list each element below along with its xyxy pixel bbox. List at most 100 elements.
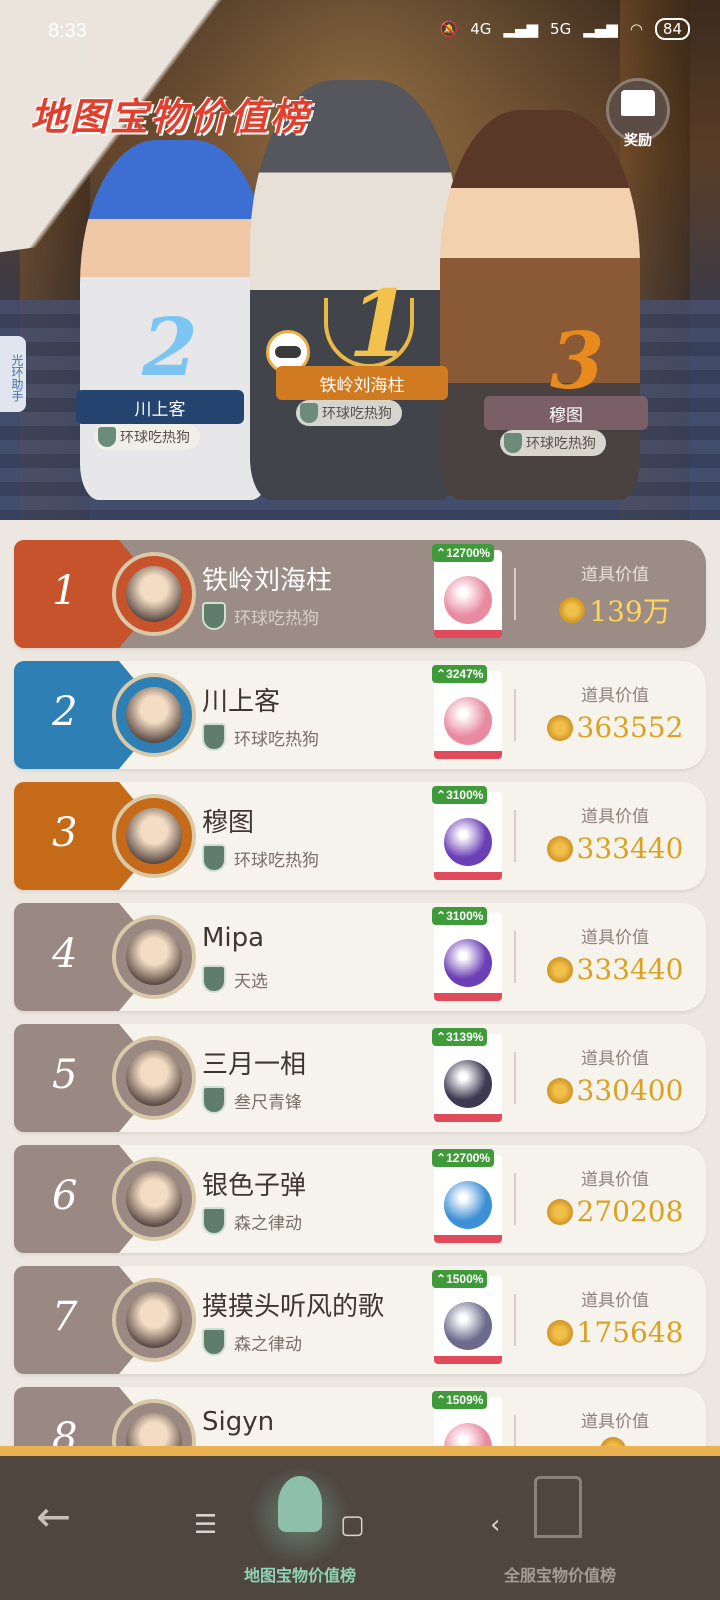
reward-button[interactable]: 奖励 [606,78,670,152]
guild-name: 森之律动 [234,1213,302,1234]
player-avatar[interactable] [112,552,196,636]
item-value-number: 333440 [576,953,684,986]
wifi-icon: ◠ [629,20,643,38]
player-name[interactable]: 川上客 [202,681,280,718]
item-percent: 3100% [446,788,484,802]
back-key-icon[interactable]: ‹ [490,1510,500,1540]
item-value-label: 道具价值 [581,807,649,827]
player-avatar[interactable] [112,915,196,999]
guild-shield-icon [202,844,226,872]
treasure-item-card[interactable]: ⌃1500% [432,1270,502,1364]
status-icons: 🔕 4G ▂▄▆ 5G ▂▄▆ ◠ 84 [440,18,690,40]
avatar-face [126,687,182,743]
treasure-item-card[interactable]: ⌃3100% [432,907,502,1001]
guild-shield-icon [202,602,226,630]
player-guild: 环球吃热狗 [202,844,319,872]
reward-label: 奖励 [624,133,652,149]
item-value-label: 道具价值 [581,1170,649,1190]
guild-name: 天选 [234,971,268,992]
item-value-number: 330400 [576,1074,684,1107]
leaderboard-row[interactable]: 3 穆图 环球吃热狗 ⌃3100% 道具价值 333440 [14,782,706,890]
avatar-face [126,1171,182,1227]
item-percent: 3100% [446,909,484,923]
player-name[interactable]: Mipa [202,923,264,953]
leaderboard-row[interactable]: 5 三月一相 叁尺青锋 ⌃3139% 道具价值 330400 [14,1024,706,1132]
leaderboard-row[interactable]: 6 银色子弹 森之律动 ⌃12700% 道具价值 270208 [14,1145,706,1253]
leaderboard-list[interactable]: 1 铁岭刘海柱 环球吃热狗 ⌃12700% 道具价值 139万 2 川上客 环球… [0,520,720,1446]
mute-bell-icon: 🔕 [439,20,459,38]
item-value: 175648 [530,1316,700,1349]
rank-number: 4 [52,931,78,977]
item-percent-badge: ⌃12700% [432,1149,495,1167]
podium-rank-2-number: 2 [142,300,198,394]
guild-shield-icon [202,1328,226,1356]
item-percent-badge: ⌃12700% [432,544,495,562]
podium-rank-1-name[interactable]: 铁岭刘海柱 [276,366,448,400]
item-percent: 12700% [446,1151,491,1165]
treasure-item-card[interactable]: ⌃3139% [432,1028,502,1122]
coin-icon [546,1077,573,1104]
item-value-label: 道具价值 [581,1412,649,1432]
player-guild: 天选 [202,965,268,993]
item-percent-badge: ⌃3247% [432,665,488,683]
item-value-label: 道具价值 [581,928,649,948]
rank-number: 5 [52,1052,78,1098]
network-5g-label: 5G [550,20,572,38]
coin-icon [546,956,573,983]
home-key-icon[interactable]: ▢ [340,1510,365,1540]
item-value-label: 道具价值 [581,1291,649,1311]
item-value-number: 175648 [576,1316,684,1349]
treasure-item-card[interactable]: ⌃1509% [432,1391,502,1446]
leaderboard-row[interactable]: 8 Sigyn ⌃1509% 道具价值 [14,1387,706,1446]
leaderboard-row[interactable]: 7 摸摸头听风的歌 森之律动 ⌃1500% 道具价值 175648 [14,1266,706,1374]
treasure-item-card[interactable]: ⌃3100% [432,786,502,880]
leaderboard-row[interactable]: 2 川上客 环球吃热狗 ⌃3247% 道具价值 363552 [14,661,706,769]
guild-shield-icon [504,433,522,453]
guild-name: 森之律动 [234,1334,302,1355]
player-avatar[interactable] [112,673,196,757]
player-avatar[interactable] [112,1278,196,1362]
player-guild: 叁尺青锋 [202,1086,302,1114]
network-4g-label: 4G [470,20,492,38]
podium-rank-2-name[interactable]: 川上客 [76,390,244,424]
treasure-item-icon [444,1060,492,1108]
treasure-item-icon [444,818,492,866]
player-name[interactable]: Sigyn [202,1407,274,1437]
player-name[interactable]: 摸摸头听风的歌 [202,1286,384,1323]
avatar-face [126,1413,182,1446]
player-avatar[interactable] [112,1036,196,1120]
divider [514,689,516,741]
player-name[interactable]: 铁岭刘海柱 [202,560,332,597]
guild-name: 叁尺青锋 [234,1092,302,1113]
podium-rank-3-name[interactable]: 穆图 [484,396,648,430]
item-percent-badge: ⌃3100% [432,786,488,804]
item-value: 330400 [530,1074,700,1107]
player-guild: 森之律动 [202,1207,302,1235]
player-name[interactable]: 三月一相 [202,1044,306,1081]
rank-number: 1 [52,568,78,614]
leaderboard-row[interactable]: 1 铁岭刘海柱 环球吃热狗 ⌃12700% 道具价值 139万 [14,540,706,648]
leaderboard-row[interactable]: 4 Mipa 天选 ⌃3100% 道具价值 333440 [14,903,706,1011]
helper-side-tab[interactable]: 光环助手 [0,336,26,412]
player-avatar[interactable] [112,794,196,878]
podium-rank-2-guild: 环球吃热狗 [94,424,200,450]
avatar-face [126,929,182,985]
treasure-item-card[interactable]: ⌃3247% [432,665,502,759]
avatar-face [126,808,182,864]
coin-icon [546,1319,573,1346]
rank-number: 6 [52,1173,78,1219]
player-name[interactable]: 穆图 [202,802,254,839]
item-value-label: 道具价值 [581,686,649,706]
menu-key-icon[interactable]: ☰ [194,1510,217,1540]
podium-rank-3-number: 3 [550,316,605,407]
treasure-item-card[interactable]: ⌃12700% [432,1149,502,1243]
item-value-number: 333440 [576,832,684,865]
treasure-item-card[interactable]: ⌃12700% [432,544,502,638]
guild-name: 环球吃热狗 [234,729,319,750]
player-name[interactable]: 银色子弹 [202,1165,306,1202]
player-avatar[interactable] [112,1157,196,1241]
guild-name: 环球吃热狗 [234,850,319,871]
divider [514,1415,516,1446]
rank-number: 7 [52,1294,78,1340]
guild-shield-icon [202,1207,226,1235]
